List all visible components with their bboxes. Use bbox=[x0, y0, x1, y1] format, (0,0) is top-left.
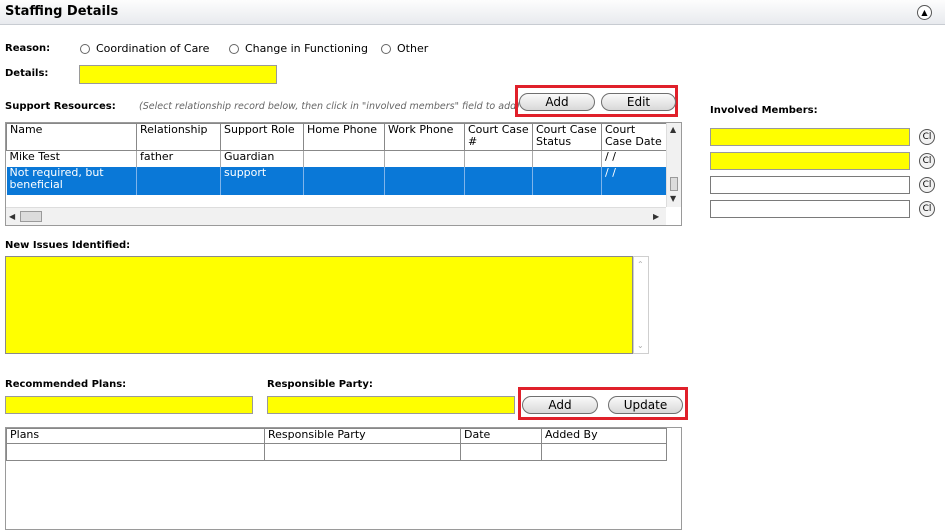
table-cell: Not required, but beneficial bbox=[6, 166, 137, 195]
column-header[interactable]: Responsible Party bbox=[264, 428, 461, 444]
table-header-row: Name Relationship Support Role Home Phon… bbox=[6, 123, 667, 151]
table-cell bbox=[6, 443, 265, 461]
table-cell bbox=[464, 150, 533, 167]
support-edit-button[interactable]: Edit bbox=[601, 93, 676, 111]
column-header[interactable]: Court Case # bbox=[464, 123, 533, 151]
responsible-party-label: Responsible Party: bbox=[267, 379, 373, 390]
column-header[interactable]: Date bbox=[460, 428, 542, 444]
radio-label: Other bbox=[397, 42, 429, 55]
clear-member-button[interactable]: Cl bbox=[919, 153, 935, 169]
table-cell: / / bbox=[601, 150, 667, 167]
radio-label: Change in Functioning bbox=[245, 42, 368, 55]
column-header[interactable]: Support Role bbox=[220, 123, 304, 151]
table-row[interactable]: Mike Test father Guardian / / bbox=[6, 150, 667, 167]
new-issues-label: New Issues Identified: bbox=[5, 240, 131, 251]
responsible-party-field[interactable] bbox=[267, 396, 515, 414]
table-cell: Mike Test bbox=[6, 150, 137, 167]
radio-circle-icon bbox=[229, 43, 239, 54]
table-cell: support bbox=[220, 166, 304, 195]
table-cell: / / bbox=[601, 166, 667, 195]
table-cell bbox=[264, 443, 461, 461]
section-header: Staffing Details ▲ bbox=[0, 0, 945, 25]
radio-label: Coordination of Care bbox=[96, 42, 210, 55]
scroll-thumb[interactable] bbox=[670, 177, 678, 191]
involved-member-field[interactable] bbox=[710, 176, 910, 194]
table-cell bbox=[136, 166, 221, 195]
recommended-plans-label: Recommended Plans: bbox=[5, 379, 127, 390]
table-vertical-scrollbar[interactable]: ▲ ▼ bbox=[666, 123, 681, 207]
involved-member-field[interactable] bbox=[710, 200, 910, 218]
support-add-button[interactable]: Add bbox=[519, 93, 595, 111]
table-horizontal-scrollbar[interactable]: ◀ ▶ bbox=[6, 207, 666, 225]
radio-change-in-functioning[interactable]: Change in Functioning bbox=[229, 42, 368, 55]
reason-label: Reason: bbox=[5, 43, 51, 54]
section-title: Staffing Details bbox=[5, 4, 119, 19]
table-cell bbox=[384, 166, 465, 195]
plan-update-button[interactable]: Update bbox=[608, 396, 683, 414]
details-label: Details: bbox=[5, 68, 49, 79]
table-cell bbox=[541, 443, 667, 461]
table-cell bbox=[460, 443, 542, 461]
support-resources-label: Support Resources: bbox=[5, 101, 116, 112]
involved-member-field[interactable] bbox=[710, 152, 910, 170]
plan-add-button[interactable]: Add bbox=[522, 396, 598, 414]
table-cell bbox=[303, 150, 385, 167]
clear-member-button[interactable]: Cl bbox=[919, 177, 935, 193]
table-cell: father bbox=[136, 150, 221, 167]
scroll-right-icon[interactable]: ▶ bbox=[653, 212, 659, 222]
scroll-down-icon[interactable]: ▼ bbox=[670, 194, 676, 204]
radio-other[interactable]: Other bbox=[381, 42, 428, 55]
column-header[interactable]: Plans bbox=[6, 428, 265, 444]
table-cell bbox=[464, 166, 533, 195]
new-issues-textarea[interactable] bbox=[5, 256, 633, 354]
radio-circle-icon bbox=[80, 43, 90, 54]
scroll-down-icon[interactable]: ⌄ bbox=[637, 341, 644, 351]
involved-member-field[interactable] bbox=[710, 128, 910, 146]
table-cell bbox=[303, 166, 385, 195]
involved-members-label: Involved Members: bbox=[710, 105, 818, 116]
support-resources-hint: (Select relationship record below, then … bbox=[139, 101, 520, 112]
table-cell: Guardian bbox=[220, 150, 304, 167]
table-row-selected[interactable]: Not required, but beneficial support / / bbox=[6, 166, 667, 195]
column-header[interactable]: Name bbox=[6, 123, 137, 151]
radio-circle-icon bbox=[381, 43, 391, 54]
collapse-icon[interactable]: ▲ bbox=[917, 5, 932, 20]
scroll-left-icon[interactable]: ◀ bbox=[9, 212, 15, 222]
scroll-up-icon[interactable]: ▲ bbox=[670, 125, 676, 135]
table-cell bbox=[384, 150, 465, 167]
radio-coordination-of-care[interactable]: Coordination of Care bbox=[80, 42, 209, 55]
scroll-up-icon[interactable]: ⌃ bbox=[637, 260, 644, 270]
plans-table[interactable]: Plans Responsible Party Date Added By bbox=[5, 427, 682, 530]
column-header[interactable]: Work Phone bbox=[384, 123, 465, 151]
column-header[interactable]: Court Case Date bbox=[601, 123, 667, 151]
table-cell bbox=[532, 150, 602, 167]
clear-member-button[interactable]: Cl bbox=[919, 129, 935, 145]
table-cell bbox=[532, 166, 602, 195]
recommended-plans-field[interactable] bbox=[5, 396, 253, 414]
table-row[interactable] bbox=[6, 443, 667, 461]
scroll-thumb[interactable] bbox=[20, 211, 42, 222]
column-header[interactable]: Home Phone bbox=[303, 123, 385, 151]
column-header[interactable]: Added By bbox=[541, 428, 667, 444]
table-header-row: Plans Responsible Party Date Added By bbox=[6, 428, 667, 444]
clear-member-button[interactable]: Cl bbox=[919, 201, 935, 217]
column-header[interactable]: Court Case Status bbox=[532, 123, 602, 151]
column-header[interactable]: Relationship bbox=[136, 123, 221, 151]
details-field[interactable] bbox=[79, 65, 277, 84]
support-resources-table[interactable]: Name Relationship Support Role Home Phon… bbox=[5, 122, 682, 226]
textarea-scrollbar[interactable]: ⌃ ⌄ bbox=[633, 256, 649, 354]
